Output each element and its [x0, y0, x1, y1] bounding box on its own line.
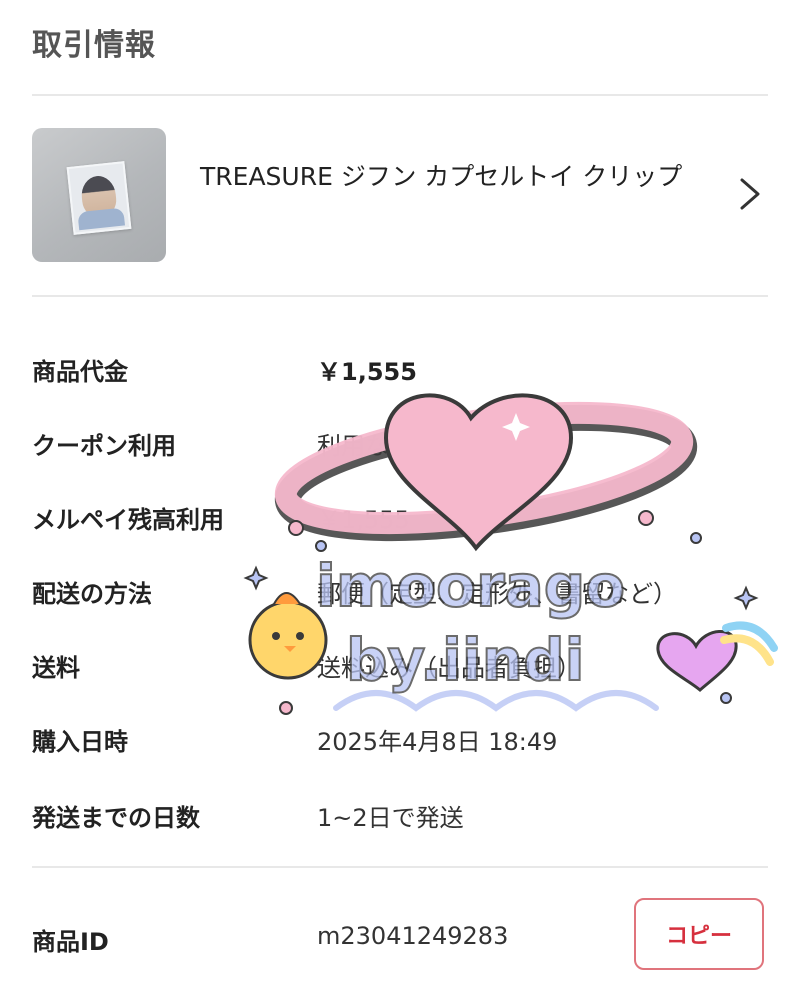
- product-photo-icon: [66, 161, 132, 235]
- divider: [32, 866, 768, 868]
- detail-label: 購入日時: [32, 728, 128, 756]
- detail-value: ￥1,555: [317, 358, 417, 386]
- detail-row-shipping-method: 配送の方法 郵便（定型、定形外、書留など）: [32, 574, 768, 614]
- product-row[interactable]: TREASURE ジフン カプセルトイ クリップ: [32, 128, 768, 264]
- detail-value: 2025年4月8日 18:49: [317, 728, 558, 756]
- detail-label: 配送の方法: [32, 580, 152, 608]
- detail-value: 郵便（定型、定形外、書留など）: [317, 580, 677, 608]
- detail-label: 送料: [32, 654, 80, 682]
- product-thumbnail[interactable]: [32, 128, 166, 262]
- shirt-icon: [77, 207, 126, 231]
- divider: [32, 94, 768, 96]
- product-id-value: m23041249283: [317, 922, 509, 950]
- detail-label: メルペイ残高利用: [32, 506, 224, 534]
- detail-row-shipping-fee: 送料 送料込み（出品者負担）: [32, 648, 768, 688]
- detail-value: 送料込み（出品者負担）: [317, 654, 581, 682]
- detail-value: ￥1,555: [317, 506, 410, 534]
- chevron-right-icon[interactable]: [732, 172, 768, 216]
- section-title: 取引情報: [32, 28, 156, 63]
- cloud-decor-icon: [333, 690, 659, 712]
- detail-row-coupon: クーポン利用 利用なし: [32, 426, 768, 466]
- detail-label: クーポン利用: [32, 432, 176, 460]
- detail-row-days-to-ship: 発送までの日数 1~2日で発送: [32, 798, 768, 838]
- product-id-row: 商品ID m23041249283 コピー: [32, 898, 768, 974]
- detail-row-merpay: メルペイ残高利用 ￥1,555: [32, 500, 768, 540]
- detail-label: 発送までの日数: [32, 804, 200, 832]
- detail-row-purchase-date: 購入日時 2025年4月8日 18:49: [32, 722, 768, 762]
- detail-row-price: 商品代金 ￥1,555: [32, 352, 768, 392]
- detail-label: 商品代金: [32, 358, 128, 386]
- product-name[interactable]: TREASURE ジフン カプセルトイ クリップ: [200, 156, 700, 198]
- product-id-label: 商品ID: [32, 928, 109, 956]
- copy-button[interactable]: コピー: [634, 898, 764, 970]
- detail-value: 利用なし: [317, 432, 413, 460]
- divider: [32, 295, 768, 297]
- detail-value: 1~2日で発送: [317, 804, 464, 832]
